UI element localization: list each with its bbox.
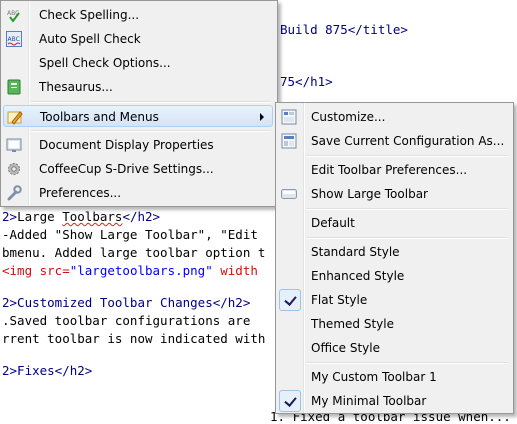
submenu-item-flat-style[interactable]: Flat Style <box>278 289 509 311</box>
code-line-img: <img src="largetoolbars.png" width <box>2 263 258 278</box>
submenu-item-standard-style[interactable]: Standard Style <box>278 241 509 263</box>
submenu-item-enhanced-style[interactable]: Enhanced Style <box>278 265 509 287</box>
customize-icon <box>281 109 297 125</box>
menu-separator <box>306 237 508 239</box>
submenu-item-office-style[interactable]: Office Style <box>278 337 509 359</box>
display-properties-icon <box>6 137 22 153</box>
code-line-current: rrent toolbar is now indicated with <box>2 331 266 346</box>
menu-item-spell-check-options[interactable]: Spell Check Options... <box>3 52 273 74</box>
submenu-item-customize[interactable]: Customize... <box>278 106 509 128</box>
submenu-arrow-icon <box>260 113 264 121</box>
toolbar-pencil-icon <box>7 109 23 125</box>
submenu-item-default[interactable]: Default <box>278 212 509 234</box>
menu-item-preferences[interactable]: Preferences... <box>3 182 273 204</box>
submenu-item-show-large-toolbar[interactable]: Show Large Toolbar <box>278 183 509 205</box>
toolbars-submenu: Customize... Save Current Configuration … <box>275 102 514 414</box>
code-line-h2-large: 2>Large Toolbars</h2> <box>2 209 161 224</box>
submenu-item-edit-toolbar-preferences[interactable]: Edit Toolbar Preferences... <box>278 159 509 181</box>
code-line-title: Build 875</title> <box>280 22 408 37</box>
menu-item-document-display-properties[interactable]: Document Display Properties <box>3 134 273 156</box>
abc-auto-spell-icon: ABC <box>6 31 22 47</box>
checkmark-icon <box>279 289 301 311</box>
menu-item-s-drive-settings[interactable]: CoffeeCup S-Drive Settings... <box>3 158 273 180</box>
large-toolbar-icon <box>281 186 297 202</box>
save-config-icon <box>281 133 297 149</box>
tools-menu: ABC Check Spelling... ABC Auto Spell Che… <box>0 0 278 207</box>
code-line-h1: 75</h1> <box>280 74 333 89</box>
menu-separator <box>306 155 508 157</box>
code-line-customized: 2>Customized Toolbar Changes</h2> <box>2 295 251 310</box>
code-line-submenu: bmenu. Added large toolbar option t <box>2 245 266 260</box>
menu-item-check-spelling[interactable]: ABC Check Spelling... <box>3 4 273 26</box>
menu-separator <box>31 101 271 103</box>
code-line-saved: .Saved toolbar configurations are <box>2 313 251 328</box>
submenu-item-themed-style[interactable]: Themed Style <box>278 313 509 335</box>
menu-separator <box>306 208 508 210</box>
submenu-item-my-minimal-toolbar[interactable]: My Minimal Toolbar <box>278 390 509 412</box>
checkmark-icon <box>279 390 301 412</box>
thesaurus-book-icon <box>6 79 22 95</box>
menu-separator <box>31 130 271 132</box>
menu-item-toolbars-and-menus[interactable]: Toolbars and Menus <box>3 105 273 127</box>
code-line-added: -Added "Show Large Toolbar", "Edit <box>2 227 258 242</box>
abc-spell-icon: ABC <box>6 7 22 23</box>
code-line-fixes: 2>Fixes</h2> <box>2 363 93 378</box>
menu-item-thesaurus[interactable]: Thesaurus... <box>3 76 273 98</box>
submenu-item-my-custom-toolbar-1[interactable]: My Custom Toolbar 1 <box>278 366 509 388</box>
svg-text:ABC: ABC <box>8 36 20 43</box>
submenu-item-save-configuration[interactable]: Save Current Configuration As... <box>278 130 509 152</box>
wrench-icon <box>6 185 22 201</box>
menu-item-auto-spell-check[interactable]: ABC Auto Spell Check <box>3 28 273 50</box>
gear-icon <box>6 161 22 177</box>
menu-separator <box>306 362 508 364</box>
